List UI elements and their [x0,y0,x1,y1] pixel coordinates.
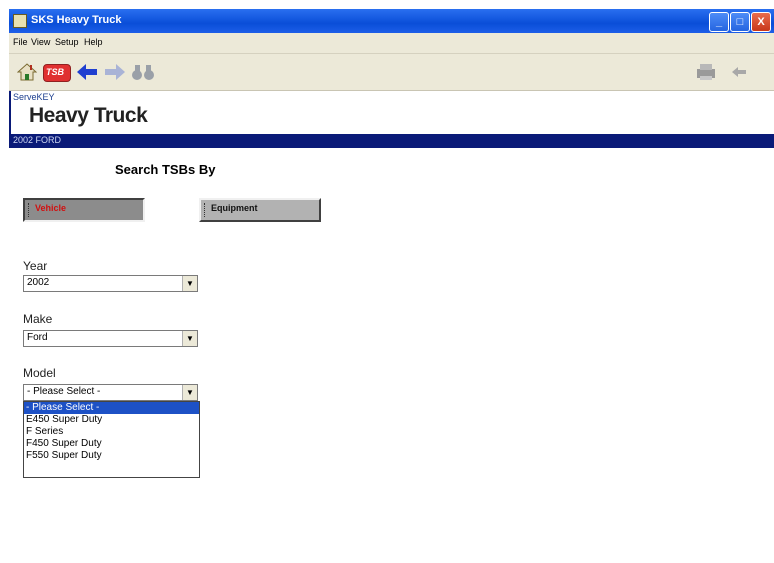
exit-icon[interactable] [729,62,751,82]
grip-icon [204,203,206,217]
make-value: Ford [27,332,48,343]
make-select[interactable]: Ford ▼ [23,330,198,347]
model-option[interactable]: F550 Super Duty [24,450,199,462]
model-option[interactable]: F450 Super Duty [24,438,199,450]
close-button[interactable]: X [751,12,771,32]
menu-bar: File View Setup Help [9,33,774,54]
year-label: Year [23,259,48,273]
year-value: 2002 [27,277,50,288]
chevron-down-icon[interactable]: ▼ [182,385,197,400]
equipment-button[interactable]: Equipment [199,198,321,222]
model-value: - Please Select - [27,386,101,397]
menu-help[interactable]: Help [84,37,103,47]
forward-arrow-icon[interactable] [103,62,127,82]
vehicle-button-label: Vehicle [35,203,67,213]
minimize-button[interactable]: _ [709,12,729,32]
window-title: SKS Heavy Truck [31,14,122,26]
printer-icon[interactable] [695,62,717,82]
back-arrow-icon[interactable] [75,62,99,82]
chevron-down-icon[interactable]: ▼ [182,276,197,291]
make-label: Make [23,312,53,326]
menu-file[interactable]: File [13,37,28,47]
model-option[interactable]: E450 Super Duty [24,414,199,426]
model-select[interactable]: - Please Select - ▼ [23,384,198,401]
brand-logo-text: ServeKEY [13,92,55,102]
search-title: Search TSBs By [115,162,216,177]
chevron-down-icon[interactable]: ▼ [182,331,197,346]
toolbar: TSB [9,54,774,91]
menu-setup[interactable]: Setup [55,37,79,47]
main-panel: Search TSBs By Vehicle Equipment Year 20… [9,148,774,563]
vehicle-bar: 2002 FORD [9,134,774,148]
app-icon [13,14,27,28]
model-label: Model [23,366,56,380]
tsb-icon-label: TSB [46,67,64,77]
tsb-icon[interactable]: TSB [43,64,71,82]
title-bar[interactable]: SKS Heavy Truck _ □ X [9,9,774,33]
home-icon[interactable] [17,62,37,82]
year-select[interactable]: 2002 ▼ [23,275,198,292]
grip-icon [28,203,30,217]
model-dropdown-list: - Please Select - E450 Super Duty F Seri… [23,401,200,478]
brand-title: Heavy Truck [29,104,148,127]
binoculars-icon[interactable] [131,62,155,82]
vehicle-button[interactable]: Vehicle [23,198,145,222]
model-option[interactable]: - Please Select - [24,402,199,414]
menu-view[interactable]: View [31,37,50,47]
equipment-button-label: Equipment [211,203,258,213]
app-window: SKS Heavy Truck _ □ X File View Setup He… [0,0,774,563]
vehicle-label: 2002 FORD [13,135,62,145]
maximize-button[interactable]: □ [730,12,750,32]
model-option[interactable]: F Series [24,426,199,438]
brand-header: ServeKEY Heavy Truck [9,91,774,134]
